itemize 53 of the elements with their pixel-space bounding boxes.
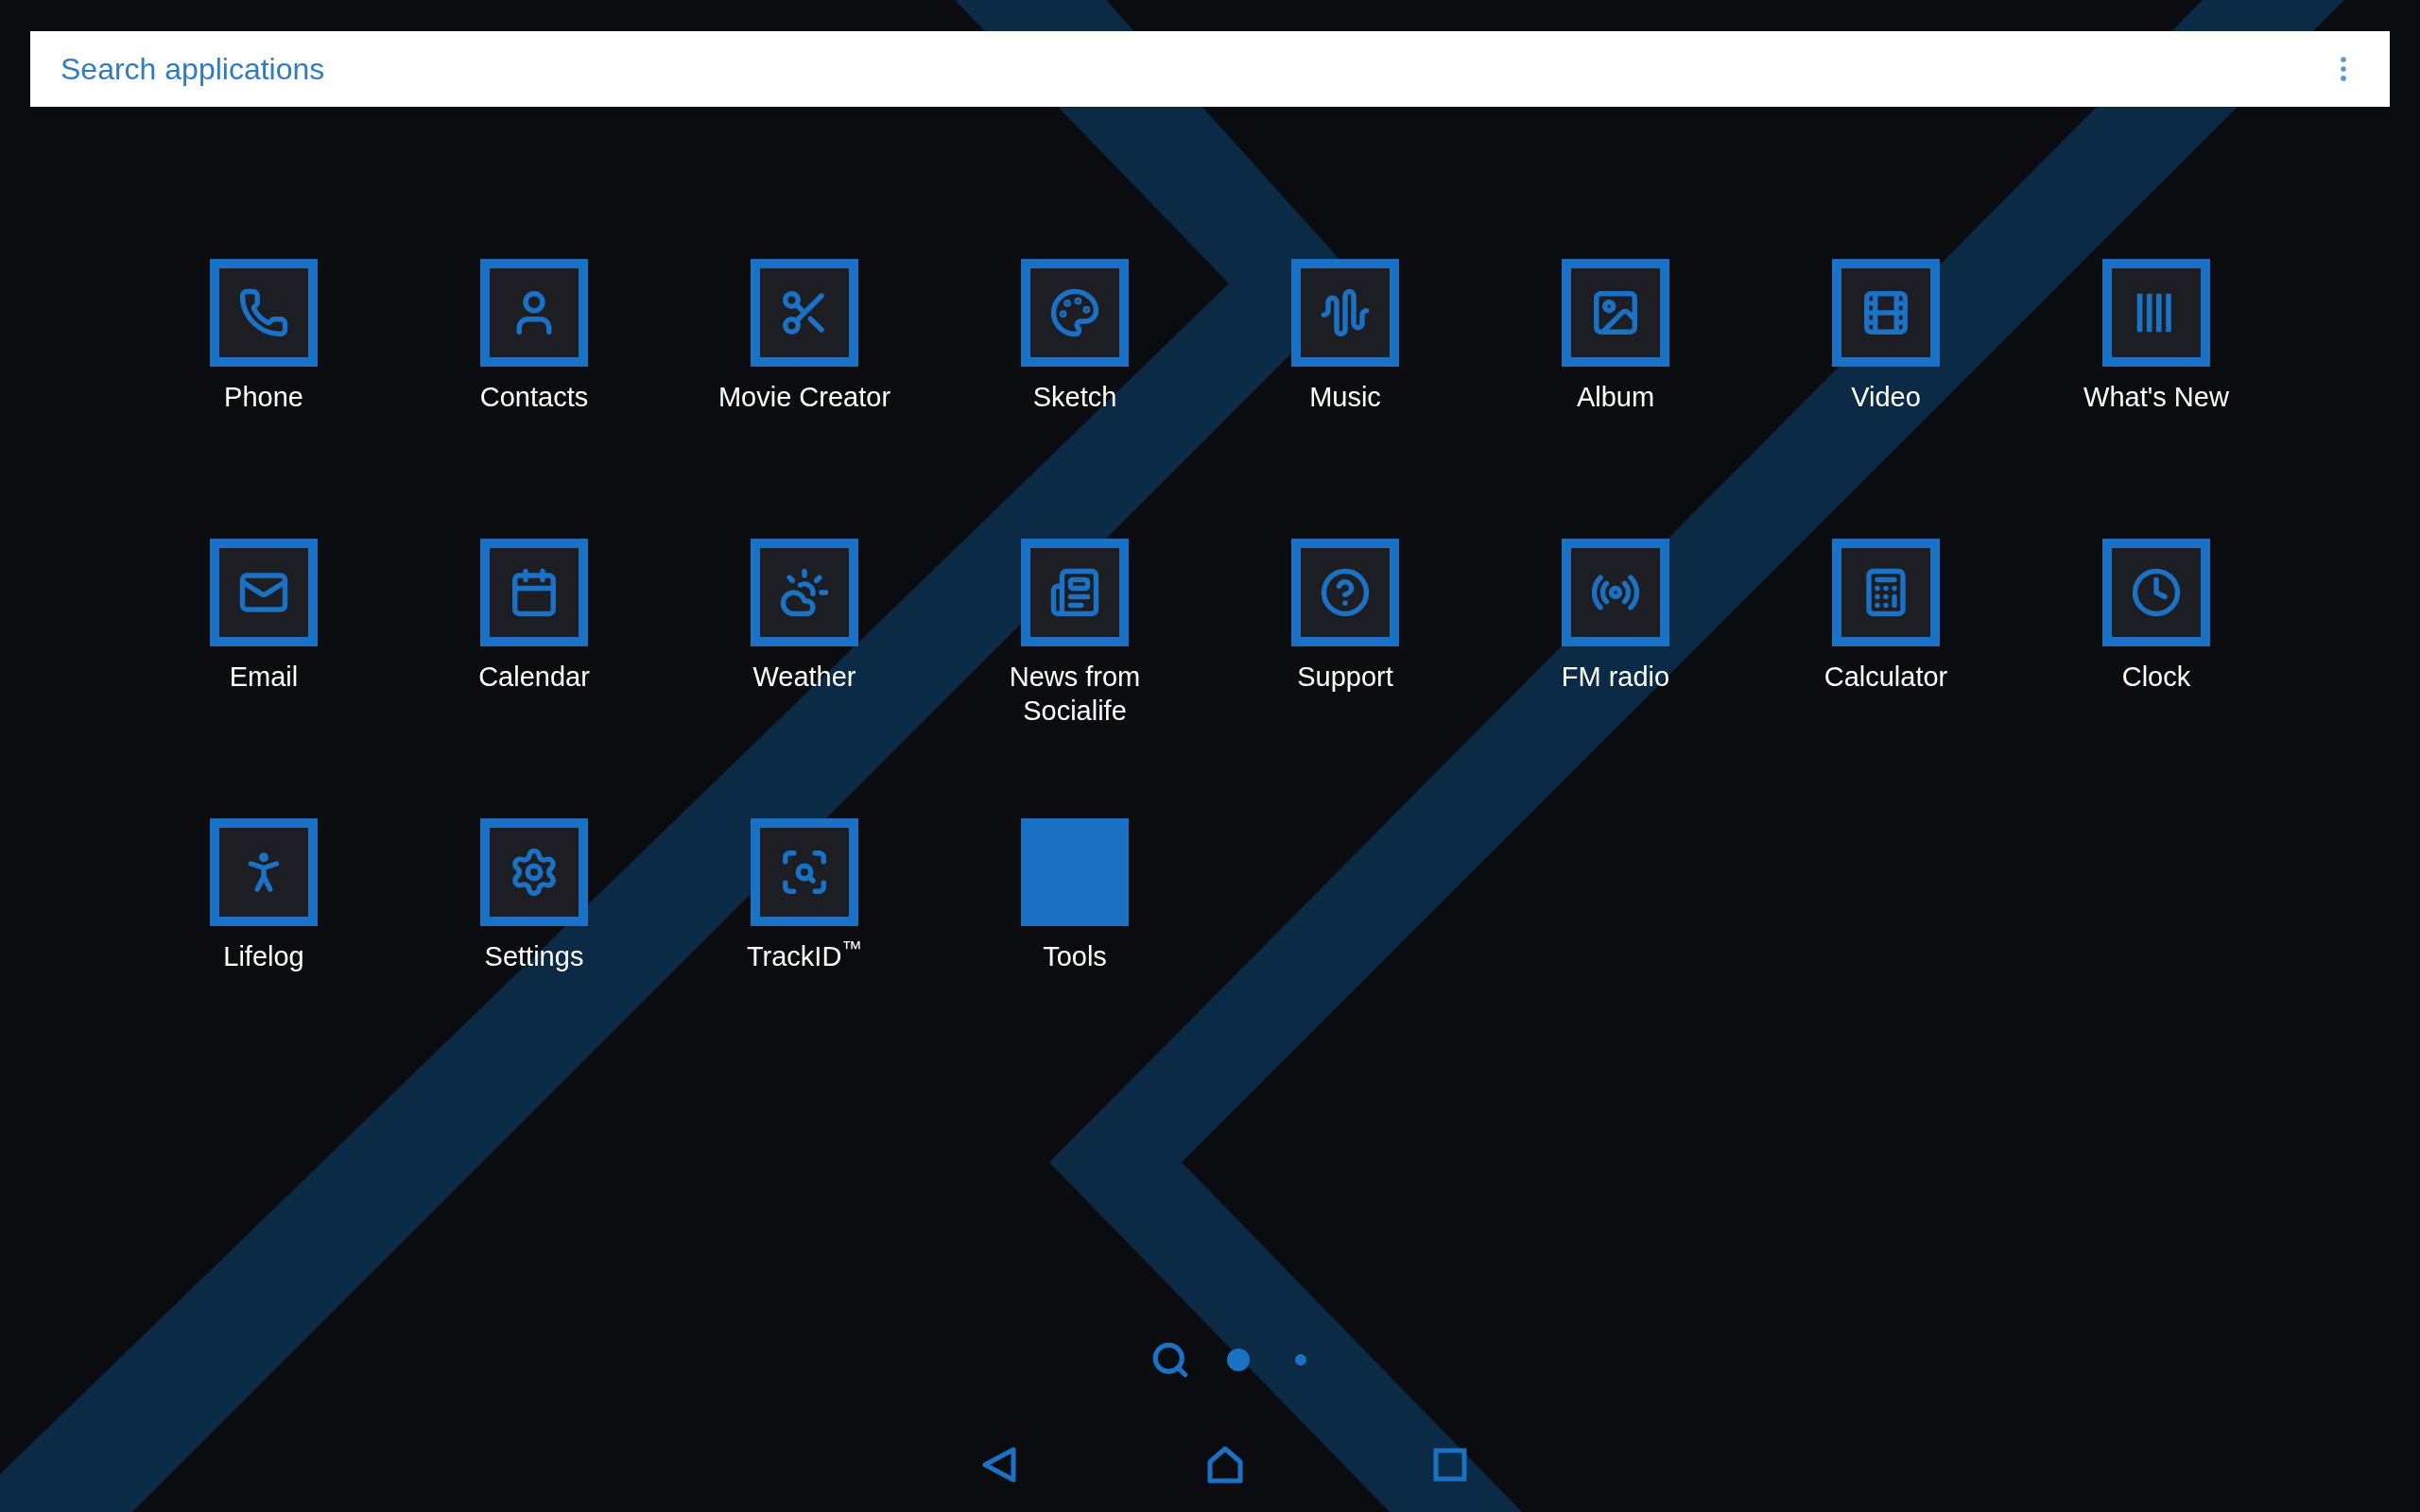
app-label: Movie Creator: [717, 381, 891, 414]
app-label: FM radio: [1561, 661, 1670, 694]
app-label: Music: [1309, 381, 1381, 414]
app-label: Contacts: [479, 381, 589, 414]
app-tile[interactable]: [480, 818, 588, 926]
app-label: Phone: [224, 381, 303, 414]
app-label: Support: [1297, 661, 1393, 694]
app-tile[interactable]: [751, 539, 858, 646]
back-icon[interactable]: [981, 1446, 1017, 1484]
search-input[interactable]: Search applications: [60, 46, 2327, 92]
app-label: Email: [229, 661, 299, 694]
app-tile[interactable]: [210, 259, 318, 367]
home-icon[interactable]: [1206, 1446, 1244, 1484]
app-tile[interactable]: [480, 539, 588, 646]
app-tile[interactable]: [1832, 539, 1940, 646]
app-label: Video: [1851, 381, 1921, 414]
app-label: What's New: [2083, 381, 2229, 414]
app-label: Calendar: [478, 661, 590, 694]
clock-icon: [2131, 567, 2182, 618]
cloud-sun-icon: [779, 567, 830, 618]
wave-icon: [1320, 287, 1371, 338]
app-label: Tools: [1043, 940, 1107, 973]
app-label: TrackID$^{™}$: [746, 939, 863, 973]
app-tile[interactable]: [1021, 259, 1129, 367]
app-label: News from Socialife: [1008, 661, 1142, 728]
palette-icon: [1049, 287, 1100, 338]
phone-icon: [238, 287, 289, 338]
app-tile[interactable]: [1021, 539, 1129, 646]
app-tile[interactable]: [1291, 259, 1399, 367]
app-tile[interactable]: [210, 818, 318, 926]
app-tile[interactable]: [210, 539, 318, 646]
app-tile[interactable]: [2102, 539, 2210, 646]
recents-icon[interactable]: [1433, 1448, 1467, 1482]
app-label: Clock: [2121, 661, 2191, 694]
search-icon[interactable]: [1150, 1340, 1190, 1380]
app-tile[interactable]: [1291, 539, 1399, 646]
app-label: Lifelog: [223, 940, 304, 973]
app-label: Settings: [484, 940, 584, 973]
app-tile[interactable]: [751, 259, 858, 367]
app-label: Sketch: [1032, 381, 1117, 414]
app-label: Calculator: [1824, 661, 1948, 694]
app-tile[interactable]: [751, 818, 858, 926]
newspaper-icon: [1049, 567, 1100, 618]
app-label: Weather: [752, 661, 856, 694]
question-icon: [1320, 567, 1371, 618]
app-tile[interactable]: [1562, 539, 1669, 646]
app-tile[interactable]: [1832, 259, 1940, 367]
app-tile[interactable]: [1562, 259, 1669, 367]
app-tile[interactable]: [2102, 259, 2210, 367]
app-tile[interactable]: [480, 259, 588, 367]
folder-tile[interactable]: [1021, 818, 1129, 926]
app-label: Album: [1576, 381, 1655, 414]
search-bar[interactable]: Search applications: [30, 31, 2390, 107]
